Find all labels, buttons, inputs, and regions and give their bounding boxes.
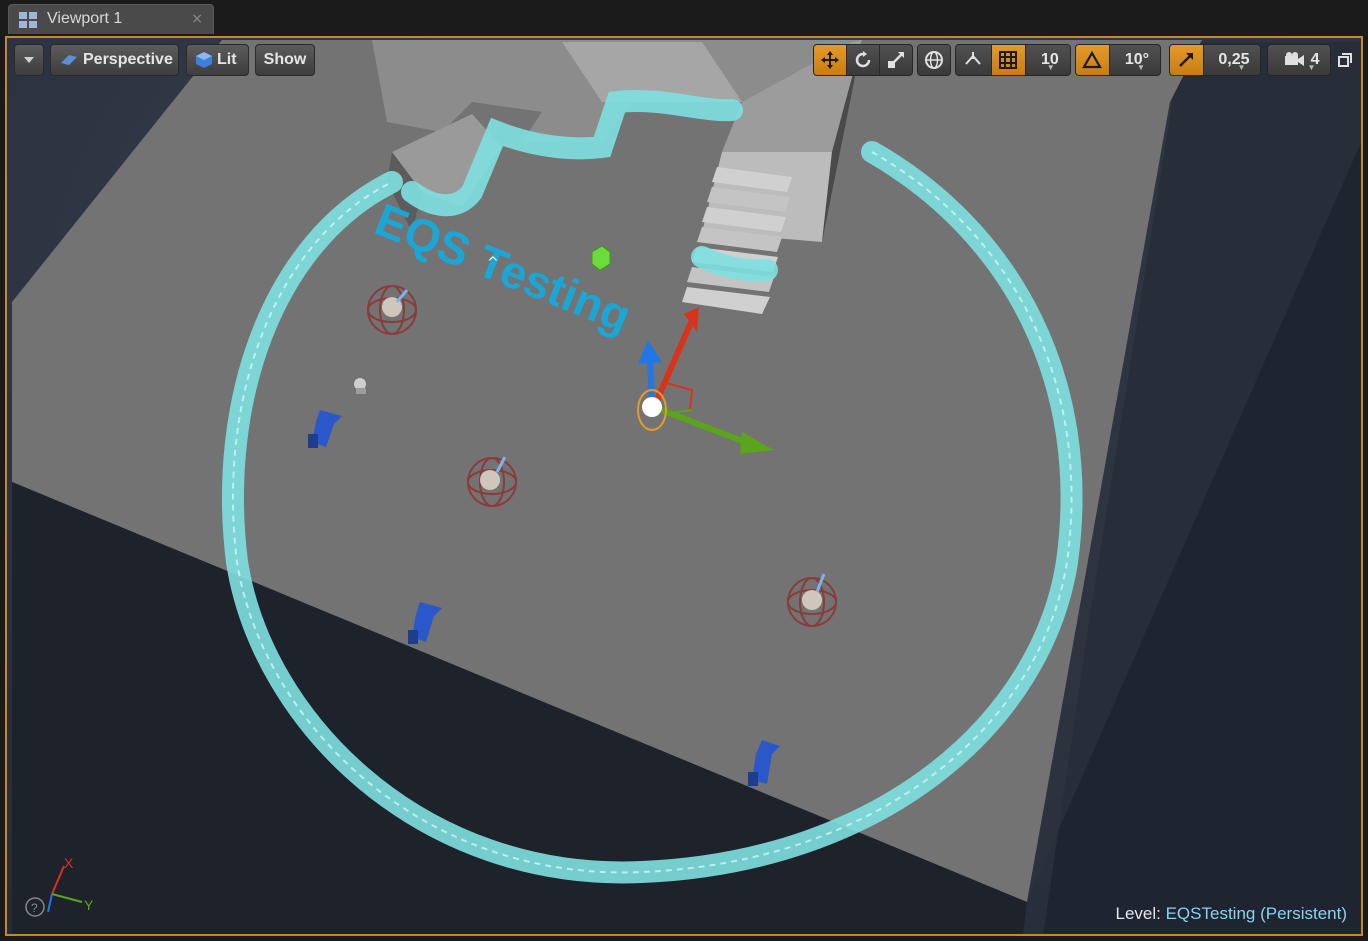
- camera-icon: [1284, 52, 1304, 66]
- scale-snap-icon: [1179, 53, 1194, 67]
- axis-y-label: Y: [84, 897, 94, 913]
- maximize-viewport-button[interactable]: [1338, 52, 1352, 67]
- lit-cube-icon: [196, 52, 212, 68]
- translate-mode-button[interactable]: [814, 45, 847, 75]
- svg-text:?: ?: [31, 901, 38, 915]
- scale-snap-value[interactable]: 0,25 ▼: [1203, 45, 1260, 75]
- maximize-icon: [1338, 53, 1352, 67]
- tab-viewport-1[interactable]: Viewport 1 ×: [8, 4, 214, 34]
- viewport-options-button[interactable]: [14, 44, 44, 76]
- level-viewport[interactable]: EQS Testing ^ X Y ? Perspective Lit Show…: [5, 36, 1363, 936]
- globe-icon: [925, 51, 943, 69]
- viewport-layout-icon: [19, 12, 37, 28]
- small-caret-marker: ^: [487, 255, 499, 271]
- rotation-snap-group: 10° ▼: [1075, 44, 1161, 76]
- camera-speed-button[interactable]: 4 ▼: [1268, 45, 1330, 75]
- tab-label: Viewport 1: [47, 10, 123, 27]
- scene-render[interactable]: EQS Testing ^ X Y ?: [5, 36, 1363, 936]
- tab-bar: Viewport 1 ×: [0, 0, 1368, 36]
- perspective-label: Perspective: [83, 51, 173, 68]
- coordinate-space-group: [917, 44, 951, 76]
- rotate-mode-button[interactable]: [847, 45, 880, 75]
- gizmo-center[interactable]: [642, 397, 662, 417]
- level-prefix: Level:: [1115, 904, 1161, 923]
- close-icon[interactable]: ×: [191, 11, 203, 27]
- scale-mode-button[interactable]: [880, 45, 912, 75]
- lit-label: Lit: [217, 51, 237, 68]
- move-arrows-icon: [821, 51, 839, 69]
- rotate-icon: [855, 51, 871, 68]
- rotation-snap-value[interactable]: 10° ▼: [1109, 45, 1160, 75]
- perspective-icon: [61, 55, 77, 65]
- transform-mode-group: [813, 44, 913, 76]
- show-flags-button[interactable]: Show: [255, 44, 315, 76]
- editor-window: Viewport 1 × EQS Testing ^ X Y ? Perspec…: [0, 0, 1368, 941]
- level-name: EQSTesting (Persistent): [1165, 904, 1347, 923]
- show-label: Show: [263, 51, 307, 68]
- level-info: Level: EQSTesting (Persistent): [1115, 904, 1347, 924]
- surface-snap-icon: [965, 52, 982, 65]
- dropdown-arrow-icon: [24, 57, 34, 63]
- grid-icon: [999, 51, 1018, 69]
- axis-x-label: X: [64, 855, 74, 871]
- scale-snap-group: 0,25 ▼: [1169, 44, 1261, 76]
- grid-snap-group: 10 ▼: [955, 44, 1071, 76]
- angle-icon: [1082, 51, 1103, 69]
- camera-speed-group: 4 ▼: [1267, 44, 1331, 76]
- grid-snap-toggle[interactable]: [991, 45, 1026, 75]
- scale-snap-toggle[interactable]: [1170, 45, 1204, 75]
- perspective-view-button[interactable]: Perspective: [50, 44, 179, 76]
- surface-snap-button[interactable]: [956, 45, 992, 75]
- rotation-snap-toggle[interactable]: [1076, 45, 1110, 75]
- world-space-button[interactable]: [918, 45, 950, 75]
- grid-snap-value[interactable]: 10 ▼: [1025, 45, 1070, 75]
- scale-icon: [888, 52, 904, 68]
- view-mode-lit-button[interactable]: Lit: [186, 44, 249, 76]
